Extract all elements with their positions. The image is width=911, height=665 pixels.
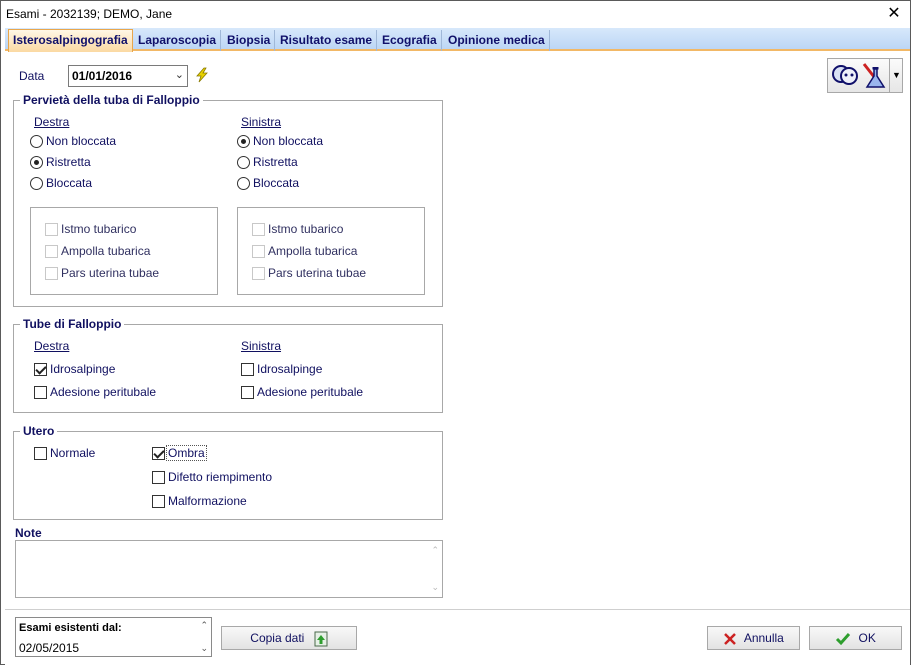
- note-textarea[interactable]: ⌃ ⌄: [15, 540, 443, 598]
- tubes-right-heading: Destra: [34, 339, 70, 353]
- ombra-checkbox[interactable]: [152, 447, 165, 460]
- left-bloccata-radio[interactable]: [237, 177, 250, 190]
- title-bar: Esami - 2032139; DEMO, Jane ✕: [1, 1, 910, 27]
- left-istmo-checkbox[interactable]: [252, 223, 265, 236]
- left-istmo-label: Istmo tubarico: [268, 222, 344, 236]
- existing-exams-box[interactable]: Esami esistenti dal: 02/05/2015 ⌃ ⌄: [15, 617, 212, 657]
- existing-exams-label: Esami esistenti dal:: [19, 622, 122, 634]
- existing-exams-value: 02/05/2015: [19, 641, 80, 655]
- date-value: 01/01/2016: [72, 69, 133, 83]
- left-bloccata-label: Bloccata: [253, 176, 300, 190]
- right-ampolla-label: Ampolla tubarica: [61, 244, 151, 258]
- ombra-label: Ombra: [166, 445, 207, 461]
- left-idrosalpinge-label: Idrosalpinge: [257, 362, 323, 376]
- spin-down-icon[interactable]: ⌄: [200, 643, 208, 654]
- date-picker[interactable]: 01/01/2016 ⌄: [68, 65, 188, 87]
- chevron-down-icon[interactable]: ⌄: [175, 68, 184, 81]
- left-pars-label: Pars uterina tubae: [268, 266, 367, 280]
- left-ristretta-radio[interactable]: [237, 156, 250, 169]
- checkmark-icon: [836, 632, 851, 646]
- people-icon: [832, 65, 858, 85]
- right-pars-checkbox[interactable]: [45, 267, 58, 280]
- ok-button[interactable]: OK: [809, 626, 902, 650]
- tab-ecografia[interactable]: Ecografia: [378, 30, 442, 51]
- tab-opinione-medica[interactable]: Opinione medica: [444, 30, 550, 51]
- copy-data-label: Copia dati: [250, 631, 305, 645]
- right-adesione-label: Adesione peritubale: [50, 385, 157, 399]
- patency-left-heading: Sinistra: [241, 115, 282, 129]
- right-pars-label: Pars uterina tubae: [61, 266, 160, 280]
- malformazione-checkbox[interactable]: [152, 495, 165, 508]
- scroll-down-icon[interactable]: ⌄: [431, 582, 439, 593]
- left-ampolla-checkbox[interactable]: [252, 245, 265, 258]
- tab-biopsia[interactable]: Biopsia: [223, 30, 276, 51]
- left-adesione-label: Adesione peritubale: [257, 385, 364, 399]
- left-ampolla-label: Ampolla tubarica: [268, 244, 358, 258]
- right-adesione-checkbox[interactable]: [34, 386, 47, 399]
- tab-isterosalpingografia[interactable]: Isterosalpingografia: [8, 29, 133, 52]
- right-ristretta-label: Ristretta: [46, 155, 91, 169]
- uterus-title: Utero: [20, 424, 58, 438]
- x-mark-icon: [724, 632, 737, 645]
- patency-right-heading: Destra: [34, 115, 70, 129]
- normale-checkbox[interactable]: [34, 447, 47, 460]
- tubes-title: Tube di Falloppio: [20, 317, 125, 331]
- patency-title: Pervietà della tuba di Falloppio: [20, 93, 203, 107]
- left-pars-checkbox[interactable]: [252, 267, 265, 280]
- right-istmo-label: Istmo tubarico: [61, 222, 137, 236]
- scroll-up-icon[interactable]: ⌃: [431, 545, 439, 556]
- exam-window: Esami - 2032139; DEMO, Jane ✕ Isterosalp…: [0, 0, 911, 665]
- right-ristretta-radio[interactable]: [30, 156, 43, 169]
- tubes-left-heading: Sinistra: [241, 339, 282, 353]
- left-adesione-checkbox[interactable]: [241, 386, 254, 399]
- lab-flask-icon: [862, 63, 886, 88]
- people-lab-tool-button[interactable]: ▼: [827, 58, 903, 93]
- copy-data-button[interactable]: Copia dati: [221, 626, 357, 650]
- right-idrosalpinge-checkbox[interactable]: [34, 363, 47, 376]
- right-bloccata-label: Bloccata: [46, 176, 93, 190]
- date-label: Data: [19, 69, 45, 83]
- tab-risultato-esame[interactable]: Risultato esame: [276, 30, 378, 51]
- left-idrosalpinge-checkbox[interactable]: [241, 363, 254, 376]
- right-non-bloccata-label: Non bloccata: [46, 134, 117, 148]
- cancel-button[interactable]: Annulla: [707, 626, 800, 650]
- left-non-bloccata-label: Non bloccata: [253, 134, 324, 148]
- ok-label: OK: [858, 631, 876, 645]
- left-ristretta-label: Ristretta: [253, 155, 298, 169]
- close-icon[interactable]: ✕: [884, 4, 904, 24]
- left-non-bloccata-radio[interactable]: [237, 135, 250, 148]
- right-ampolla-checkbox[interactable]: [45, 245, 58, 258]
- difetto-riempimento-label: Difetto riempimento: [168, 470, 273, 484]
- right-non-bloccata-radio[interactable]: [30, 135, 43, 148]
- spin-up-icon[interactable]: ⌃: [200, 620, 208, 631]
- caret-down-icon[interactable]: ▼: [892, 70, 901, 80]
- copy-doc-icon: [314, 631, 328, 647]
- malformazione-label: Malformazione: [168, 494, 247, 508]
- tab-bar: Isterosalpingografia Laparoscopia Biopsi…: [5, 28, 910, 52]
- note-label: Note: [15, 526, 42, 540]
- right-bloccata-radio[interactable]: [30, 177, 43, 190]
- right-idrosalpinge-label: Idrosalpinge: [50, 362, 116, 376]
- difetto-riempimento-checkbox[interactable]: [152, 471, 165, 484]
- tab-laparoscopia[interactable]: Laparoscopia: [134, 30, 222, 51]
- normale-label: Normale: [50, 446, 96, 460]
- cancel-label: Annulla: [743, 631, 784, 645]
- window-title: Esami - 2032139; DEMO, Jane: [6, 7, 173, 21]
- right-istmo-checkbox[interactable]: [45, 223, 58, 236]
- lightning-icon[interactable]: [194, 67, 210, 83]
